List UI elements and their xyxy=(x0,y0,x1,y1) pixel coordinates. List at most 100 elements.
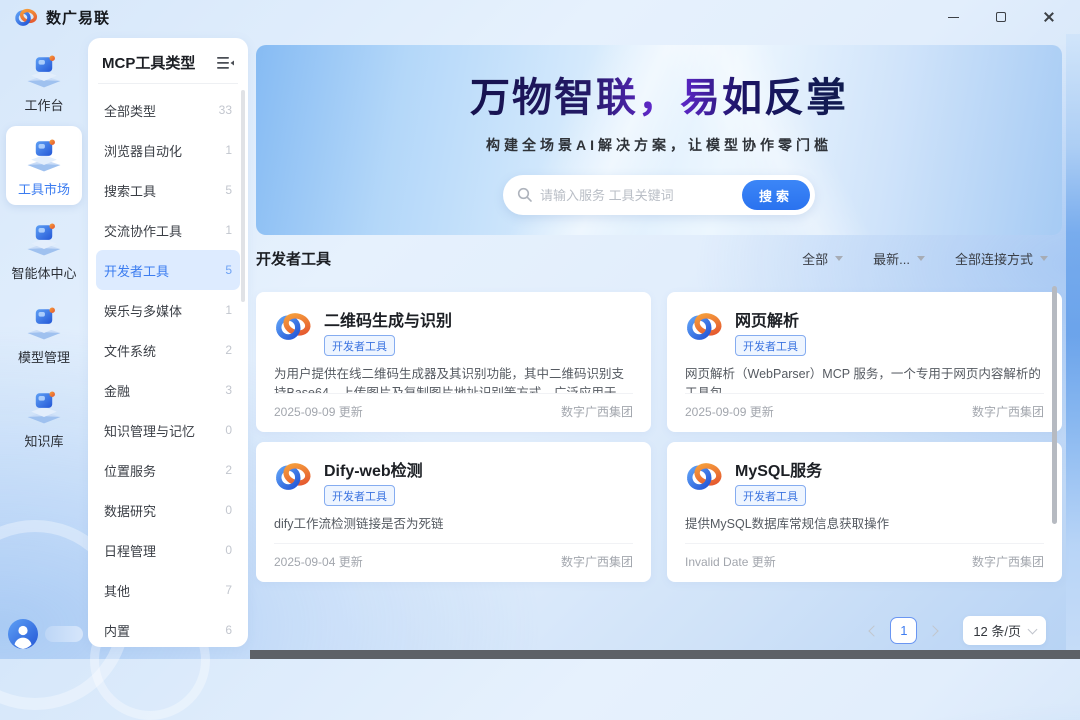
tool-title: MySQL服务 xyxy=(735,457,822,481)
nav-item-knowledge-base[interactable]: 知识库 xyxy=(6,378,82,457)
main-scrollbar[interactable] xyxy=(1052,286,1057,524)
hero-search-bar: 搜索 xyxy=(503,175,815,215)
section-header-row: 开发者工具 全部 最新... 全部连接方式 xyxy=(256,248,1062,269)
user-avatar[interactable] xyxy=(8,619,38,649)
tool-card-dify-web-check[interactable]: Dify-web检测 开发者工具 dify工作流检测链接是否为死链 2025-0… xyxy=(256,442,651,582)
category-item-other[interactable]: 其他 7 xyxy=(96,570,240,610)
titlebar: 数广易联 xyxy=(0,0,1080,34)
filter-label: 全部 xyxy=(802,249,828,268)
section-title: 开发者工具 xyxy=(256,248,331,269)
close-button[interactable] xyxy=(1042,10,1056,24)
tool-card-qrcode[interactable]: 二维码生成与识别 开发者工具 为用户提供在线二维码生成器及其识别功能，其中二维码… xyxy=(256,292,651,432)
next-page-icon[interactable] xyxy=(928,625,939,636)
category-label: 其他 xyxy=(104,581,130,600)
category-count: 5 xyxy=(225,183,232,197)
category-label: 金融 xyxy=(104,381,130,400)
knowledge-base-icon xyxy=(22,386,66,428)
category-item-data-research[interactable]: 数据研究 0 xyxy=(96,490,240,530)
category-count: 0 xyxy=(225,543,232,557)
category-count: 0 xyxy=(225,423,232,437)
panel-collapse-icon[interactable] xyxy=(217,56,234,70)
filters: 全部 最新... 全部连接方式 xyxy=(802,249,1062,268)
search-icon xyxy=(517,187,533,203)
category-scrollbar[interactable] xyxy=(241,90,245,302)
category-item-developer-tools[interactable]: 开发者工具 5 xyxy=(96,250,240,290)
category-item-schedule-management[interactable]: 日程管理 0 xyxy=(96,530,240,570)
hero-subtitle: 构建全场景AI解决方案，让模型协作零门槛 xyxy=(486,135,832,155)
filter-label: 最新... xyxy=(873,249,910,268)
search-input[interactable] xyxy=(540,188,742,203)
filter-all-dropdown[interactable]: 全部 xyxy=(802,249,843,268)
category-item-builtin[interactable]: 内置 6 xyxy=(96,610,240,647)
chevron-down-icon xyxy=(917,256,925,261)
model-management-icon xyxy=(22,302,66,344)
category-item-search-tools[interactable]: 搜索工具 5 xyxy=(96,170,240,210)
category-count: 5 xyxy=(225,263,232,277)
tool-updated: Invalid Date 更新 xyxy=(685,553,776,570)
category-item-entertainment-media[interactable]: 娱乐与多媒体 1 xyxy=(96,290,240,330)
pagination: 1 12 条/页 xyxy=(256,616,1062,645)
tool-title: Dify-web检测 xyxy=(324,457,423,481)
nav-item-label: 智能体中心 xyxy=(11,263,76,282)
tool-org: 数字广西集团 xyxy=(561,403,633,420)
page-number-button[interactable]: 1 xyxy=(890,617,917,644)
category-panel-header: MCP工具类型 xyxy=(88,38,248,83)
category-count: 1 xyxy=(225,303,232,317)
tool-tag: 开发者工具 xyxy=(324,485,395,506)
category-item-location-services[interactable]: 位置服务 2 xyxy=(96,450,240,490)
tool-card-webparser[interactable]: 网页解析 开发者工具 网页解析（WebParser）MCP 服务，一个专用于网页… xyxy=(667,292,1062,432)
app-title: 数广易联 xyxy=(46,7,110,28)
tool-card-mysql[interactable]: MySQL服务 开发者工具 提供MySQL数据库常规信息获取操作 Invalid… xyxy=(667,442,1062,582)
category-count: 7 xyxy=(225,583,232,597)
nav-item-label: 工作台 xyxy=(24,95,63,114)
category-count: 2 xyxy=(225,463,232,477)
category-item-finance[interactable]: 金融 3 xyxy=(96,370,240,410)
close-icon xyxy=(1043,11,1055,23)
filter-label: 全部连接方式 xyxy=(955,249,1033,268)
tool-logo-icon xyxy=(274,459,312,493)
page-size-select[interactable]: 12 条/页 xyxy=(963,616,1046,645)
chevron-down-icon xyxy=(835,256,843,261)
category-item-file-system[interactable]: 文件系统 2 xyxy=(96,330,240,370)
hero-banner: 万物智联，易如反掌 构建全场景AI解决方案，让模型协作零门槛 搜索 xyxy=(256,45,1062,235)
category-label: 位置服务 xyxy=(104,461,156,480)
category-label: 交流协作工具 xyxy=(104,221,182,240)
tool-tag: 开发者工具 xyxy=(324,335,395,356)
maximize-icon xyxy=(996,12,1006,22)
tool-tag: 开发者工具 xyxy=(735,485,806,506)
category-count: 33 xyxy=(219,103,232,117)
tool-description: dify工作流检测链接是否为死链 xyxy=(274,515,633,534)
nav-item-label: 工具市场 xyxy=(18,179,70,198)
filter-newest-dropdown[interactable]: 最新... xyxy=(873,249,925,268)
search-button[interactable]: 搜索 xyxy=(742,180,810,210)
window-controls xyxy=(946,10,1066,24)
nav-item-label: 知识库 xyxy=(24,431,63,450)
chevron-down-icon xyxy=(1040,256,1048,261)
maximize-button[interactable] xyxy=(994,10,1008,24)
category-count: 0 xyxy=(225,503,232,517)
category-item-knowledge-memory[interactable]: 知识管理与记忆 0 xyxy=(96,410,240,450)
minimize-button[interactable] xyxy=(946,10,960,24)
chevron-down-icon xyxy=(1028,624,1038,634)
prev-page-icon[interactable] xyxy=(869,625,880,636)
tool-tag: 开发者工具 xyxy=(735,335,806,356)
nav-item-label: 模型管理 xyxy=(18,347,70,366)
category-panel-title: MCP工具类型 xyxy=(102,52,195,73)
nav-item-workbench[interactable]: 工作台 xyxy=(6,42,82,121)
category-item-browser-automation[interactable]: 浏览器自动化 1 xyxy=(96,130,240,170)
page-size-value: 12 条/页 xyxy=(973,621,1021,640)
tool-market-icon xyxy=(22,134,66,176)
nav-item-model-management[interactable]: 模型管理 xyxy=(6,294,82,373)
filter-connection-type-dropdown[interactable]: 全部连接方式 xyxy=(955,249,1048,268)
nav-item-tool-market[interactable]: 工具市场 xyxy=(6,126,82,205)
workbench-icon xyxy=(22,50,66,92)
tool-description: 提供MySQL数据库常规信息获取操作 xyxy=(685,515,1044,534)
category-item-collaboration-tools[interactable]: 交流协作工具 1 xyxy=(96,210,240,250)
app-logo-icon xyxy=(14,7,38,27)
nav-item-agent-center[interactable]: 智能体中心 xyxy=(6,210,82,289)
category-label: 浏览器自动化 xyxy=(104,141,182,160)
agent-center-icon xyxy=(22,218,66,260)
category-item-all[interactable]: 全部类型 33 xyxy=(96,90,240,130)
hero-title: 万物智联，易如反掌 xyxy=(470,65,848,123)
user-status-pill xyxy=(45,626,83,642)
